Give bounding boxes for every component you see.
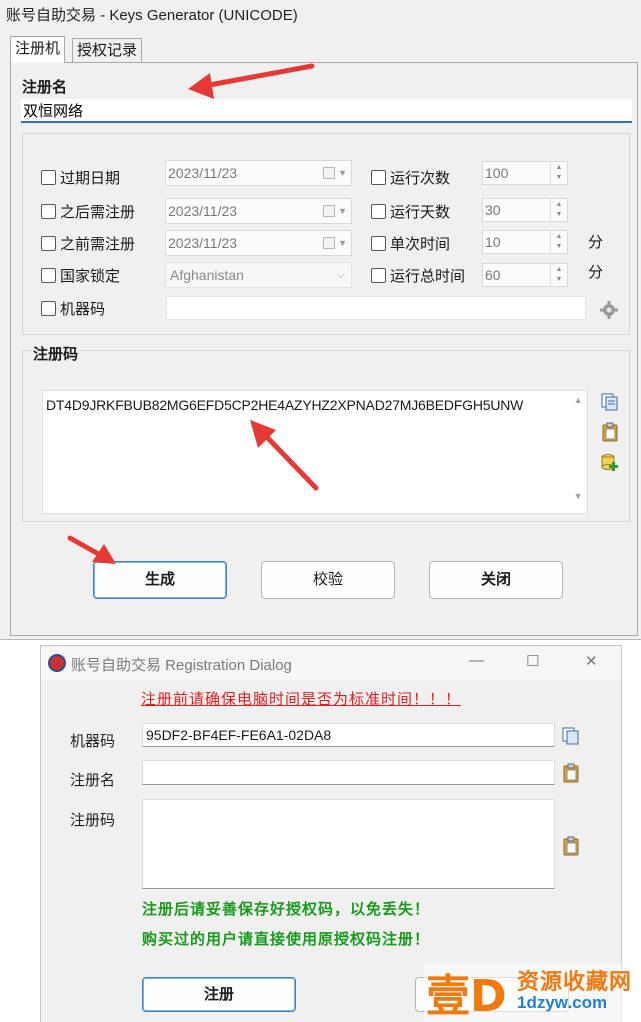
total-time-unit: 分 (588, 264, 604, 281)
checkbox-box[interactable] (41, 204, 56, 219)
machine-code-input[interactable] (166, 296, 586, 320)
date-value: 2023/11/23 (168, 203, 238, 219)
spinner-value: 100 (485, 165, 509, 181)
total-time-spinner[interactable]: 60 ▲ ▼ (482, 263, 568, 287)
close-button[interactable]: 关闭 (429, 561, 563, 599)
code-label: 注册码 (31, 343, 81, 364)
single-time-spinner[interactable]: 10 ▲ ▼ (482, 230, 568, 254)
generate-button[interactable]: 生成 (93, 561, 227, 599)
run-days-checkbox[interactable]: 运行天数 (371, 201, 450, 222)
machine-code-checkbox[interactable]: 机器码 (41, 298, 105, 319)
minimize-button[interactable]: — (469, 652, 484, 669)
reuse-notice: 购买过的用户请直接使用原授权码注册！ (142, 931, 431, 948)
run-count-spinner[interactable]: 100 ▲ ▼ (482, 161, 568, 185)
scroll-down-icon[interactable]: ▼ (569, 491, 587, 501)
spinner-arrows-icon[interactable]: ▲ ▼ (550, 264, 567, 286)
checkbox-box[interactable] (41, 268, 56, 283)
machine-code-field[interactable]: 95DF2-BF4EF-FE6A1-02DA8 (142, 723, 555, 747)
register-button[interactable]: 注册 (142, 977, 296, 1012)
checkbox-label: 国家锁定 (60, 268, 121, 285)
tab-keygen[interactable]: 注册机 (10, 36, 66, 63)
expire-date-checkbox[interactable]: 过期日期 (41, 167, 120, 188)
chevron-down-icon: ⌵ (336, 269, 345, 281)
checkbox-box[interactable] (371, 268, 386, 283)
chevron-down-icon: ▼ (338, 168, 347, 178)
spinner-value: 30 (485, 202, 501, 218)
checkbox-box[interactable] (41, 170, 56, 185)
calendar-icon (323, 167, 335, 179)
code-text: DT4D9JRKFBUB82MG6EFD5CP2HE4AZYHZ2XPNAD27… (46, 397, 524, 413)
regname-input[interactable] (21, 99, 632, 123)
calendar-icon (323, 205, 335, 217)
checkbox-label: 之前需注册 (60, 236, 136, 253)
regname-label: 注册名 (22, 79, 68, 96)
checkbox-box[interactable] (41, 236, 56, 251)
checkbox-label: 运行次数 (390, 170, 451, 187)
scroll-up-icon[interactable]: ▲ (569, 395, 587, 405)
checkbox-label: 过期日期 (60, 170, 121, 187)
expire-date-picker[interactable]: 2023/11/23 ▼ (165, 160, 352, 186)
checkbox-label: 运行总时间 (390, 268, 466, 285)
checkbox-box[interactable] (371, 236, 386, 251)
single-time-checkbox[interactable]: 单次时间 (371, 233, 450, 254)
after-reg-date-picker[interactable]: 2023/11/23 ▼ (165, 198, 352, 224)
machine-code-label: 机器码 (70, 733, 116, 750)
paste-icon[interactable] (561, 763, 581, 783)
database-add-icon[interactable] (600, 452, 620, 472)
checkbox-box[interactable] (371, 204, 386, 219)
single-time-unit: 分 (588, 234, 604, 251)
keygen-window: 账号自助交易 - Keys Generator (UNICODE) 注册机 授权… (0, 0, 641, 640)
spinner-arrows-icon[interactable]: ▲ ▼ (550, 199, 567, 221)
checkbox-label: 单次时间 (390, 236, 451, 253)
checkbox-box[interactable] (371, 170, 386, 185)
scrollbar[interactable]: ▲ ▼ (569, 391, 587, 513)
watermark-url: 1dzyw.com (517, 993, 608, 1012)
watermark-title: 资源收藏网 (517, 969, 633, 994)
code-label: 注册码 (70, 812, 116, 829)
paste-icon[interactable] (561, 836, 581, 856)
date-value: 2023/11/23 (168, 235, 238, 251)
after-reg-checkbox[interactable]: 之后需注册 (41, 201, 135, 222)
window-title: 账号自助交易 - Keys Generator (UNICODE) (6, 7, 298, 24)
date-value: 2023/11/23 (168, 165, 238, 181)
tab-auth-records[interactable]: 授权记录 (72, 38, 143, 64)
country-lock-checkbox[interactable]: 国家锁定 (41, 265, 120, 286)
calendar-icon (323, 237, 335, 249)
country-value: Afghanistan (170, 267, 244, 283)
name-label: 注册名 (70, 772, 116, 789)
chevron-down-icon: ▼ (338, 206, 347, 216)
chevron-down-icon: ▼ (338, 238, 347, 248)
spinner-arrows-icon[interactable]: ▲ ▼ (550, 231, 567, 253)
time-warning: 注册前请确保电脑时间是否为标准时间！！！ (141, 691, 462, 708)
checkbox-label: 之后需注册 (60, 204, 136, 221)
copy-icon[interactable] (600, 392, 620, 412)
gear-icon[interactable] (598, 299, 620, 321)
total-time-checkbox[interactable]: 运行总时间 (371, 265, 465, 286)
country-select[interactable]: Afghanistan ⌵ (165, 262, 352, 288)
copy-icon[interactable] (561, 726, 581, 746)
run-count-checkbox[interactable]: 运行次数 (371, 167, 450, 188)
dialog-titlebar: 账号自助交易 Registration Dialog — ☐ ✕ (41, 646, 621, 680)
checkbox-box[interactable] (41, 301, 56, 316)
dialog-title: 账号自助交易 Registration Dialog (71, 657, 292, 674)
code-field[interactable] (142, 799, 555, 889)
spinner-arrows-icon[interactable]: ▲ ▼ (550, 162, 567, 184)
app-logo-icon (48, 654, 66, 672)
before-reg-date-picker[interactable]: 2023/11/23 ▼ (165, 230, 352, 256)
run-days-spinner[interactable]: 30 ▲ ▼ (482, 198, 568, 222)
verify-button[interactable]: 校验 (261, 561, 395, 599)
save-notice: 注册后请妥善保存好授权码，以免丢失！ (142, 901, 431, 918)
maximize-button[interactable]: ☐ (526, 652, 539, 670)
spinner-value: 10 (485, 234, 501, 250)
name-field[interactable] (142, 760, 555, 785)
checkbox-label: 机器码 (60, 301, 106, 318)
before-reg-checkbox[interactable]: 之前需注册 (41, 233, 135, 254)
spinner-value: 60 (485, 267, 501, 283)
close-window-button[interactable]: ✕ (585, 652, 598, 670)
code-textarea[interactable]: DT4D9JRKFBUB82MG6EFD5CP2HE4AZYHZ2XPNAD27… (42, 390, 588, 514)
paste-icon[interactable] (600, 422, 620, 442)
watermark-mark: 壹D (426, 971, 507, 1022)
checkbox-label: 运行天数 (390, 204, 451, 221)
